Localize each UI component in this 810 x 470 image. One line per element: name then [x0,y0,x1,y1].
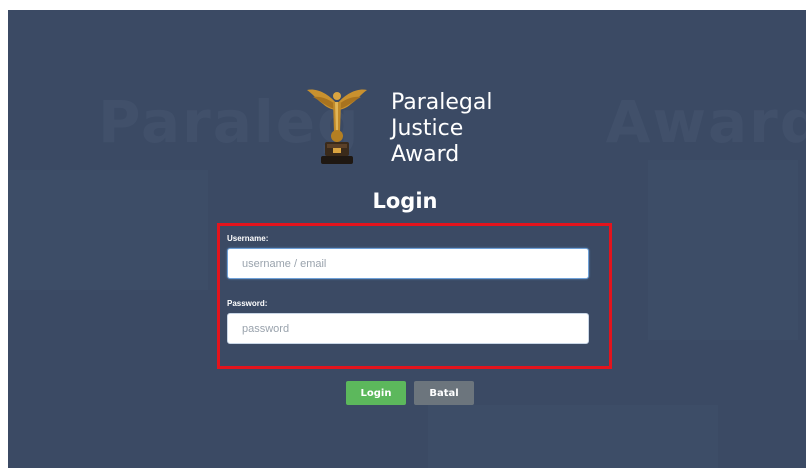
username-label: Username: [227,234,269,243]
brand-name-line3: Award [391,142,460,167]
highlight-box [217,223,612,369]
trophy-icon [307,89,367,164]
brand-name-line2: Justice [391,116,464,141]
password-input[interactable] [227,313,589,344]
login-title: Login [372,189,438,213]
brand-name: Paralegal Justice Award [391,90,531,168]
username-input[interactable] [227,248,589,279]
cancel-button[interactable]: Batal [414,381,474,405]
login-button[interactable]: Login [346,381,406,405]
password-label: Password: [227,299,268,308]
background-decoration [428,405,718,468]
background-decoration [8,170,208,290]
background-decoration [648,160,798,340]
brand-name-line1: Paralegal [391,90,493,115]
